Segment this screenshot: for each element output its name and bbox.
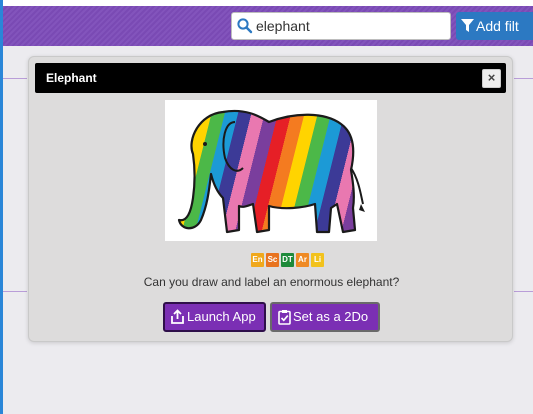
modal-title: Elephant	[46, 71, 97, 85]
divider-line	[3, 291, 27, 292]
divider-line	[3, 78, 27, 79]
subject-badge-science: Sc	[266, 253, 279, 267]
filter-icon	[461, 19, 474, 32]
close-button[interactable]: ×	[482, 69, 501, 88]
subject-badge-english: En	[251, 253, 264, 267]
add-filter-label: Add filt	[476, 18, 519, 34]
app-detail-modal: Elephant × En Sc DT Ar Li Can you draw a…	[28, 56, 513, 342]
app-description: Can you draw and label an enormous eleph…	[143, 275, 400, 289]
divider-line	[514, 291, 533, 292]
app-thumbnail	[165, 100, 377, 241]
subject-badge-design-technology: DT	[281, 253, 294, 267]
search-input[interactable]	[256, 16, 446, 36]
search-icon	[237, 18, 253, 34]
rainbow-elephant-image	[177, 109, 365, 234]
divider-line	[514, 78, 533, 79]
close-icon: ×	[487, 70, 496, 85]
clipboard-check-icon	[278, 310, 291, 325]
launch-app-button[interactable]: Launch App	[163, 302, 266, 332]
launch-icon	[171, 309, 184, 324]
subject-badge-literacy: Li	[311, 253, 324, 267]
subject-badges: En Sc DT Ar Li	[251, 253, 324, 267]
modal-header: Elephant ×	[35, 63, 506, 93]
set-as-2do-label: Set as a 2Do	[293, 309, 369, 324]
set-as-2do-button[interactable]: Set as a 2Do	[270, 302, 380, 332]
add-filter-button[interactable]: Add filt	[456, 12, 533, 40]
subject-badge-art: Ar	[296, 253, 309, 267]
search-box[interactable]	[231, 12, 451, 40]
launch-app-label: Launch App	[187, 309, 256, 324]
